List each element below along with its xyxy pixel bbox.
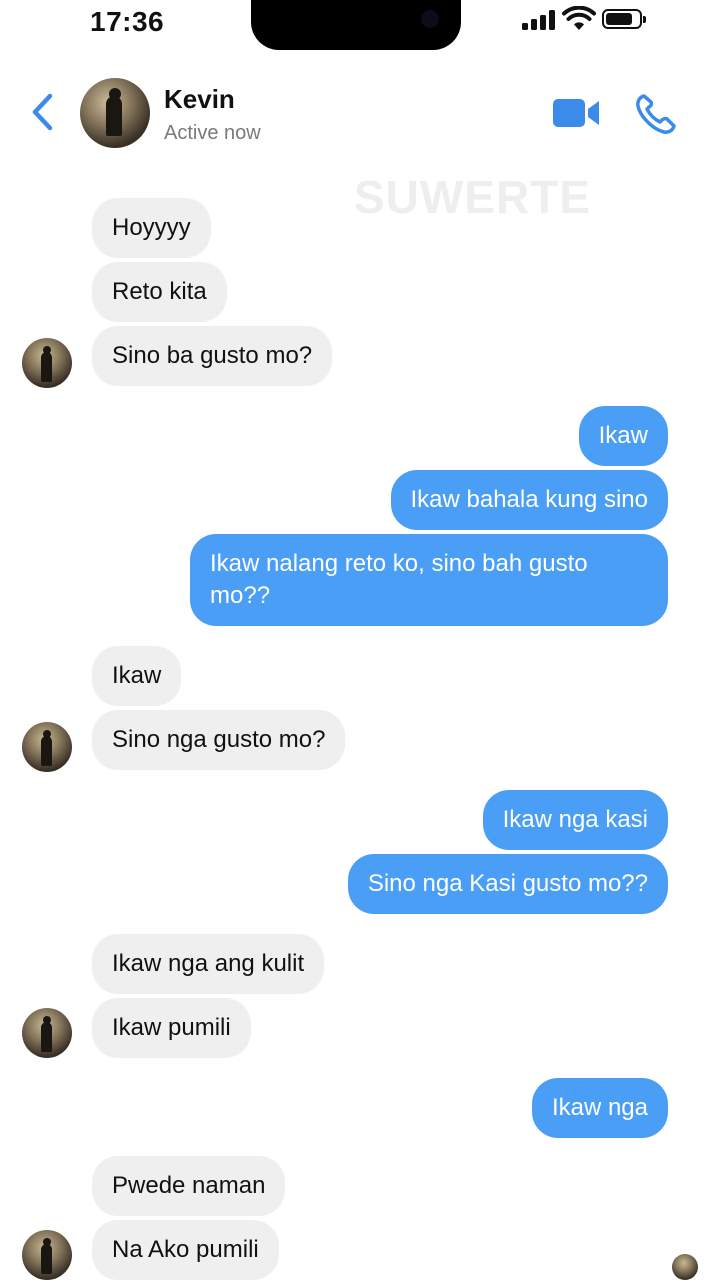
- wifi-icon: [562, 6, 596, 30]
- message-incoming[interactable]: Pwede naman: [92, 1156, 286, 1216]
- message-incoming[interactable]: Hoyyyy: [92, 198, 211, 258]
- back-button[interactable]: [26, 90, 60, 134]
- contact-avatar[interactable]: [80, 78, 150, 148]
- cellular-signal-icon: [522, 10, 556, 30]
- presence-status: Active now: [164, 122, 261, 144]
- video-call-button[interactable]: [552, 96, 602, 130]
- message-incoming[interactable]: Reto kita: [92, 262, 227, 322]
- status-time: 17:36: [90, 6, 165, 37]
- contact-avatar-small: [22, 722, 72, 772]
- message-outgoing[interactable]: Ikaw: [578, 406, 668, 466]
- status-bar: 17:36: [0, 0, 720, 56]
- message-incoming[interactable]: Sino nga gusto mo?: [92, 710, 346, 770]
- contact-avatar-small: [22, 1008, 72, 1058]
- seen-receipt-avatar: [672, 1254, 698, 1280]
- message-outgoing[interactable]: Ikaw nga kasi: [482, 790, 668, 850]
- chat-header: Kevin Active now: [0, 60, 720, 170]
- message-incoming[interactable]: Ikaw pumili: [92, 998, 251, 1058]
- contact-avatar-small: [22, 338, 72, 388]
- phone-call-button[interactable]: [634, 92, 678, 136]
- message-outgoing[interactable]: Ikaw nga: [531, 1078, 668, 1138]
- dynamic-island: [251, 0, 461, 50]
- contact-avatar-small: [22, 1230, 72, 1280]
- message-incoming[interactable]: Na Ako pumili: [92, 1220, 279, 1280]
- message-incoming[interactable]: Ikaw: [92, 646, 182, 706]
- message-outgoing[interactable]: Ikaw nalang reto ko, sino bah gusto mo??: [190, 534, 668, 626]
- message-outgoing[interactable]: Sino nga Kasi gusto mo??: [347, 854, 668, 914]
- message-incoming[interactable]: Sino ba gusto mo?: [92, 326, 333, 386]
- battery-icon: [602, 9, 646, 29]
- message-outgoing[interactable]: Ikaw bahala kung sino: [390, 470, 668, 530]
- watermark: SUWERTE: [354, 171, 591, 223]
- contact-name[interactable]: Kevin: [164, 84, 235, 115]
- message-incoming[interactable]: Ikaw nga ang kulit: [92, 934, 325, 994]
